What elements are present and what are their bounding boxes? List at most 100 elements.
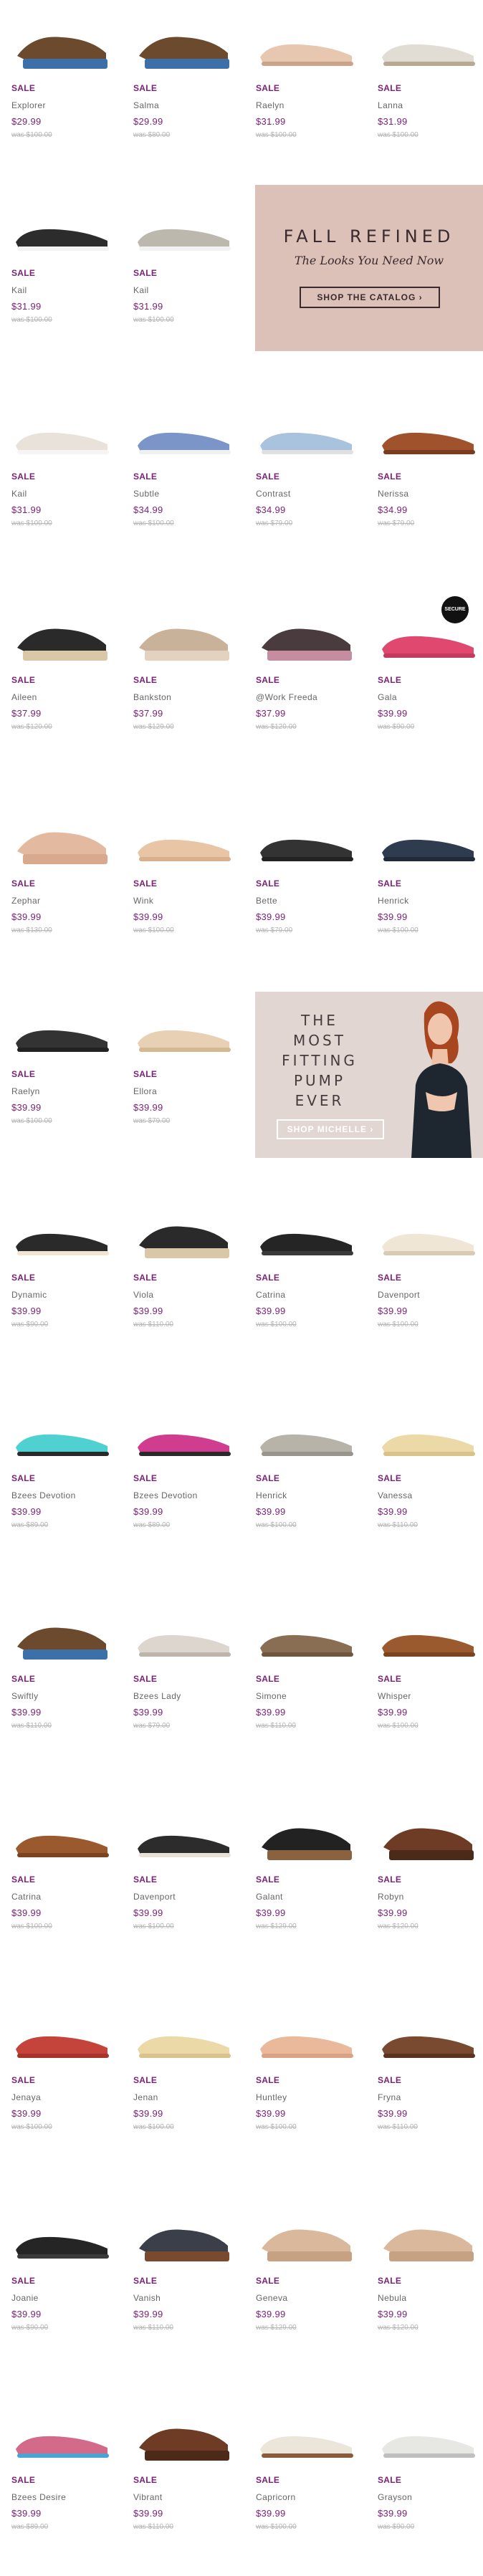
product-card[interactable]: SALE Whisper $39.99 was $100.00: [375, 1591, 482, 1776]
shoe-image[interactable]: [133, 13, 234, 77]
shoe-image[interactable]: [378, 1403, 478, 1467]
shoe-image[interactable]: [378, 605, 478, 669]
shoe-image[interactable]: [11, 999, 112, 1063]
product-card[interactable]: SALE Vanish $39.99 was $110.00: [130, 2193, 238, 2378]
product-card[interactable]: SALE Davenport $39.99 was $100.00: [130, 1791, 238, 1976]
shoe-image[interactable]: [133, 1804, 234, 1869]
product-name[interactable]: Dynamic: [11, 1290, 47, 1300]
product-name[interactable]: Henrick: [378, 896, 408, 906]
product-card[interactable]: SALE Capricorn $39.99 was $100.00: [253, 2392, 360, 2576]
product-card[interactable]: SALE Bzees Devotion $39.99 was $89.00: [130, 1390, 238, 1575]
product-card[interactable]: SALE Joanie $39.99 was $90.00: [9, 2193, 116, 2378]
product-card[interactable]: SALE Ellora $39.99 was $79.00: [130, 986, 238, 1171]
product-name[interactable]: Huntley: [256, 2092, 287, 2102]
product-card[interactable]: SALE Bzees Lady $39.99 was $79.00: [130, 1591, 238, 1776]
product-card[interactable]: SALE Vibrant $39.99 was $110.00: [130, 2392, 238, 2576]
product-card[interactable]: SALE Salma $29.99 was $80.00: [130, 0, 238, 185]
product-card[interactable]: SALE Raelyn $39.99 was $100.00: [9, 986, 116, 1171]
product-name[interactable]: Raelyn: [11, 1086, 40, 1096]
product-card[interactable]: SALE Bette $39.99 was $79.00: [253, 795, 360, 980]
product-card[interactable]: SALE Lanna $31.99 was $100.00: [375, 0, 482, 185]
product-name[interactable]: Catrina: [11, 1892, 41, 1902]
product-card[interactable]: SALE Jenan $39.99 was $100.00: [130, 1992, 238, 2177]
shoe-image[interactable]: [133, 999, 234, 1063]
product-name[interactable]: Grayson: [378, 2492, 412, 2502]
product-name[interactable]: Bzees Lady: [133, 1691, 181, 1701]
product-card[interactable]: SALE Kail $31.99 was $100.00: [9, 388, 116, 573]
product-name[interactable]: Galant: [256, 1892, 283, 1902]
michelle-pump-banner[interactable]: THE MOST FITTING PUMP EVER SHOP MICHELLE…: [255, 992, 483, 1158]
product-card[interactable]: SALE Contrast $34.99 was $79.00: [253, 388, 360, 573]
product-card[interactable]: SALE Geneva $39.99 was $129.00: [253, 2193, 360, 2378]
shoe-image[interactable]: [133, 2405, 234, 2469]
product-name[interactable]: Ellora: [133, 1086, 157, 1096]
product-card[interactable]: SALE Simone $39.99 was $110.00: [253, 1591, 360, 1776]
shoe-image[interactable]: [11, 401, 112, 466]
fall-refined-banner[interactable]: FALL REFINED The Looks You Need Now SHOP…: [255, 185, 483, 351]
product-card[interactable]: SALE Explorer $29.99 was $100.00: [9, 0, 116, 185]
shoe-image[interactable]: [11, 1403, 112, 1467]
product-card[interactable]: SALE Henrick $39.99 was $100.00: [375, 795, 482, 980]
product-name[interactable]: Vanessa: [378, 1490, 413, 1500]
shoe-image[interactable]: [11, 605, 112, 669]
product-name[interactable]: Geneva: [256, 2293, 287, 2303]
product-name[interactable]: Simone: [256, 1691, 287, 1701]
product-name[interactable]: Davenport: [133, 1892, 176, 1902]
product-name[interactable]: Nebula: [378, 2293, 406, 2303]
product-card[interactable]: SALE Subtle $34.99 was $100.00: [130, 388, 238, 573]
product-card[interactable]: SALE Wink $39.99 was $100.00: [130, 795, 238, 980]
product-card[interactable]: SALE Davenport $39.99 was $100.00: [375, 1189, 482, 1374]
product-card[interactable]: SALE Huntley $39.99 was $100.00: [253, 1992, 360, 2177]
product-card[interactable]: SALE Swiftly $39.99 was $110.00: [9, 1591, 116, 1776]
product-name[interactable]: Jenan: [133, 2092, 158, 2102]
product-name[interactable]: Bzees Devotion: [133, 1490, 198, 1500]
product-name[interactable]: Kail: [133, 285, 149, 295]
product-name[interactable]: Raelyn: [256, 100, 284, 110]
shoe-image[interactable]: [133, 2005, 234, 2069]
product-name[interactable]: @Work Freeda: [256, 692, 317, 702]
shoe-image[interactable]: [256, 1202, 356, 1267]
product-card[interactable]: SALE Galant $39.99 was $129.00: [253, 1791, 360, 1976]
shoe-image[interactable]: [133, 1202, 234, 1267]
shoe-image[interactable]: [378, 1804, 478, 1869]
product-name[interactable]: Lanna: [378, 100, 403, 110]
product-card[interactable]: SALE Jenaya $39.99 was $100.00: [9, 1992, 116, 2177]
shoe-image[interactable]: [256, 401, 356, 466]
product-card[interactable]: SALE Raelyn $31.99 was $100.00: [253, 0, 360, 185]
shoe-image[interactable]: [378, 2405, 478, 2469]
product-card[interactable]: SALE Gala $39.99 was $90.00: [375, 592, 482, 777]
product-name[interactable]: Aileen: [11, 692, 37, 702]
product-name[interactable]: Viola: [133, 1290, 153, 1300]
shoe-image[interactable]: [133, 1403, 234, 1467]
product-card[interactable]: SALE Robyn $39.99 was $120.00: [375, 1791, 482, 1976]
product-name[interactable]: Kail: [11, 285, 27, 295]
product-name[interactable]: Kail: [11, 489, 27, 499]
product-name[interactable]: Vibrant: [133, 2492, 163, 2502]
product-name[interactable]: Contrast: [256, 489, 291, 499]
shoe-image[interactable]: [133, 2206, 234, 2270]
shoe-image[interactable]: [11, 1202, 112, 1267]
shoe-image[interactable]: [11, 1604, 112, 1668]
shoe-image[interactable]: [133, 1604, 234, 1668]
shoe-image[interactable]: [256, 2405, 356, 2469]
product-card[interactable]: SALE Aileen $37.99 was $120.00: [9, 592, 116, 777]
product-card[interactable]: SALE Bzees Devotion $39.99 was $89.00: [9, 1390, 116, 1575]
shoe-image[interactable]: [256, 605, 356, 669]
shoe-image[interactable]: [256, 1403, 356, 1467]
product-card[interactable]: SALE Bzees Desire $39.99 was $89.00: [9, 2392, 116, 2576]
product-name[interactable]: Bette: [256, 896, 277, 906]
product-name[interactable]: Nerissa: [378, 489, 408, 499]
shop-catalog-button[interactable]: SHOP THE CATALOG ›: [300, 287, 440, 308]
shoe-image[interactable]: [378, 1604, 478, 1668]
product-name[interactable]: Catrina: [256, 1290, 285, 1300]
shoe-image[interactable]: [378, 401, 478, 466]
shoe-image[interactable]: [133, 605, 234, 669]
shoe-image[interactable]: [11, 1804, 112, 1869]
product-name[interactable]: Vanish: [133, 2293, 161, 2303]
product-name[interactable]: Swiftly: [11, 1691, 38, 1701]
product-name[interactable]: Subtle: [133, 489, 159, 499]
product-card[interactable]: SALE Dynamic $39.99 was $90.00: [9, 1189, 116, 1374]
shoe-image[interactable]: [378, 808, 478, 873]
product-card[interactable]: SALE Nerissa $34.99 was $79.00: [375, 388, 482, 573]
shoe-image[interactable]: [256, 1804, 356, 1869]
